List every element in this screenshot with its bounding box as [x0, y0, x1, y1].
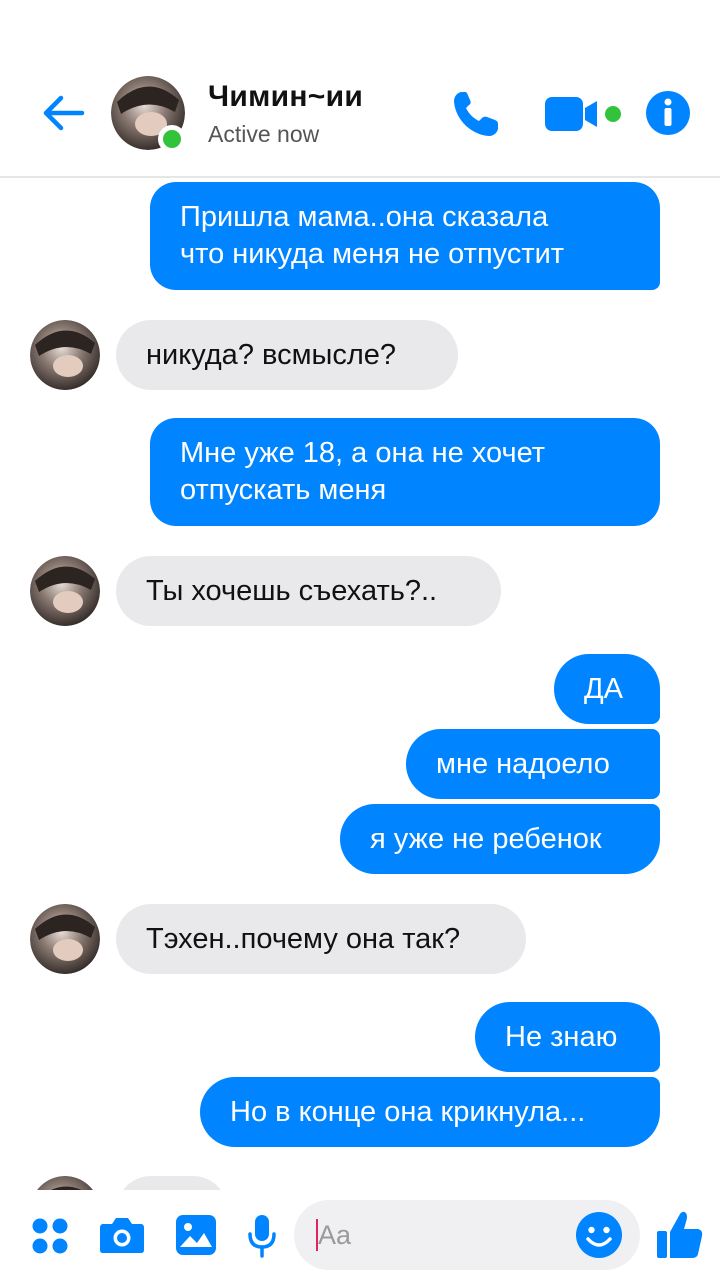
conversation-header: Чимин~ии Active now	[0, 0, 720, 178]
microphone-icon[interactable]	[247, 1214, 277, 1258]
video-camera-icon[interactable]	[543, 92, 627, 136]
emoji-icon[interactable]	[575, 1211, 623, 1259]
typing-bubble	[116, 1176, 228, 1190]
image-icon[interactable]	[175, 1214, 217, 1256]
contact-status: Active now	[208, 121, 320, 147]
contact-avatar-small	[30, 904, 100, 974]
apps-grid-icon[interactable]	[30, 1216, 70, 1256]
incoming-message[interactable]: никуда? всмысле?	[116, 320, 458, 390]
online-status-indicator	[158, 125, 186, 153]
message-list[interactable]: Пришла мама..она сказала что никуда меня…	[0, 180, 720, 1190]
contact-avatar-small	[37, 1176, 93, 1190]
contact-avatar-small	[30, 320, 100, 390]
message-composer: Aa	[0, 1190, 720, 1280]
thumbs-up-icon[interactable]	[656, 1210, 704, 1260]
outgoing-message[interactable]: Пришла мама..она сказала что никуда меня…	[150, 182, 660, 290]
phone-icon[interactable]	[448, 86, 504, 142]
camera-icon[interactable]	[99, 1215, 145, 1255]
outgoing-message[interactable]: ДА	[554, 654, 660, 724]
incoming-message[interactable]: Ты хочешь съехать?..	[116, 556, 501, 626]
contact-avatar-small	[30, 556, 100, 626]
outgoing-message[interactable]: мне надоело	[406, 729, 660, 799]
outgoing-message[interactable]: Не знаю	[475, 1002, 660, 1072]
incoming-message[interactable]: Тэхен..почему она так?	[116, 904, 526, 974]
contact-name[interactable]: Чимин~ии	[208, 80, 363, 114]
outgoing-message[interactable]: я уже не ребенок	[340, 804, 660, 874]
outgoing-message[interactable]: Но в конце она крикнула...	[200, 1077, 660, 1147]
info-icon[interactable]	[644, 89, 692, 137]
back-arrow-icon[interactable]	[38, 88, 88, 138]
message-input-placeholder: Aa	[318, 1220, 352, 1250]
outgoing-message[interactable]: Мне уже 18, а она не хочет отпускать мен…	[150, 418, 660, 526]
